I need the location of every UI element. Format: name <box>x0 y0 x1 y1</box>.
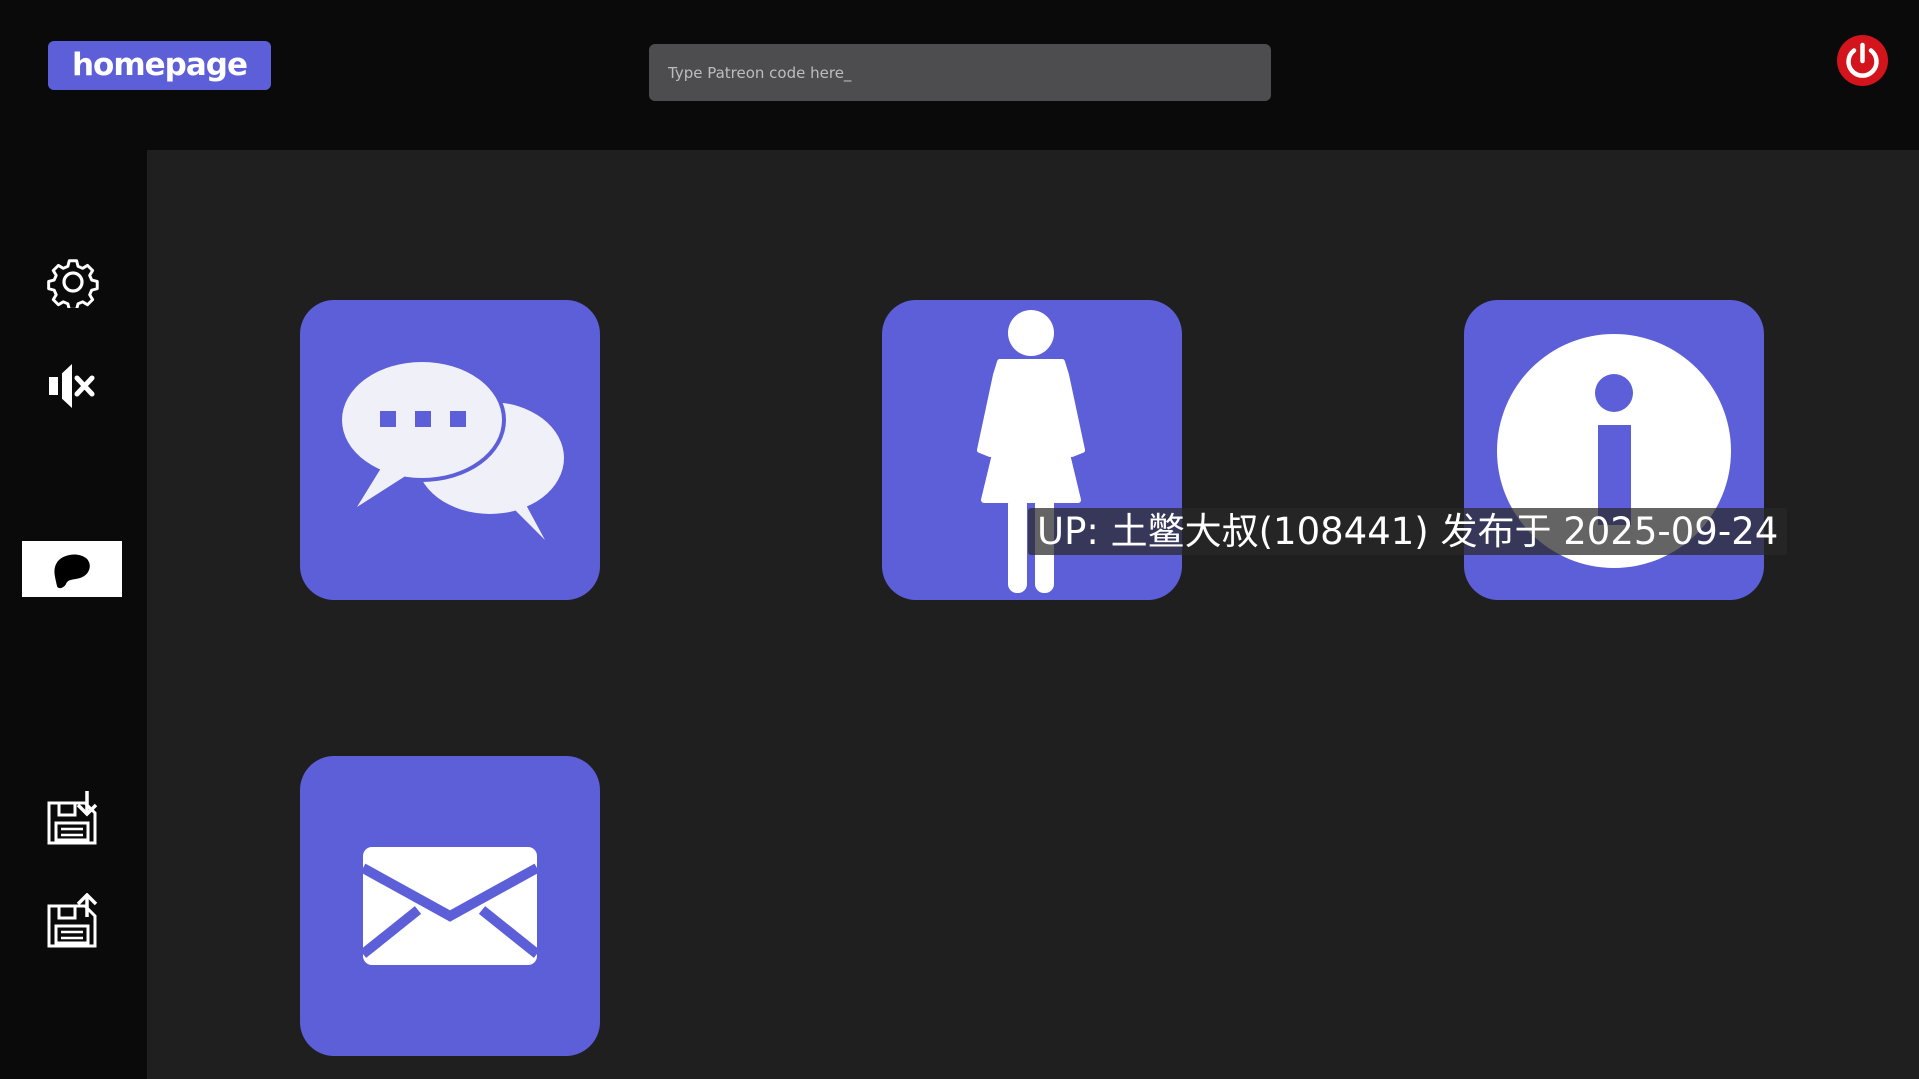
power-button[interactable] <box>1837 35 1888 86</box>
patreon-icon <box>54 554 90 589</box>
chat-tile[interactable] <box>300 300 600 600</box>
patreon-code-input[interactable] <box>649 44 1271 101</box>
mail-tile[interactable] <box>300 756 600 1056</box>
info-icon <box>1497 334 1731 568</box>
patreon-button[interactable] <box>22 541 122 597</box>
top-bar: homepage <box>0 0 1919 150</box>
homepage-button[interactable]: homepage <box>48 41 271 90</box>
gear-icon <box>47 259 99 311</box>
woman-icon <box>977 310 1085 593</box>
mute-button[interactable] <box>47 363 99 409</box>
mail-icon <box>359 847 541 965</box>
main-panel <box>147 150 1919 1079</box>
uploader-caption: UP: 土鳖大叔(108441) 发布于 2025-09-24 <box>1028 508 1788 555</box>
info-tile[interactable] <box>1464 300 1764 600</box>
save-upload-icon <box>47 892 98 948</box>
app-window: homepage Type Patreon code here_ UP: 土鳖大… <box>0 0 1919 1079</box>
save-upload-button[interactable] <box>47 892 99 949</box>
save-download-icon <box>47 791 98 845</box>
settings-button[interactable] <box>47 256 99 311</box>
save-download-button[interactable] <box>47 790 99 846</box>
character-tile[interactable] <box>882 300 1182 600</box>
sidebar <box>0 150 147 1079</box>
mute-icon <box>49 364 95 408</box>
power-icon <box>1837 35 1888 86</box>
chat-bubbles-icon <box>338 358 564 540</box>
